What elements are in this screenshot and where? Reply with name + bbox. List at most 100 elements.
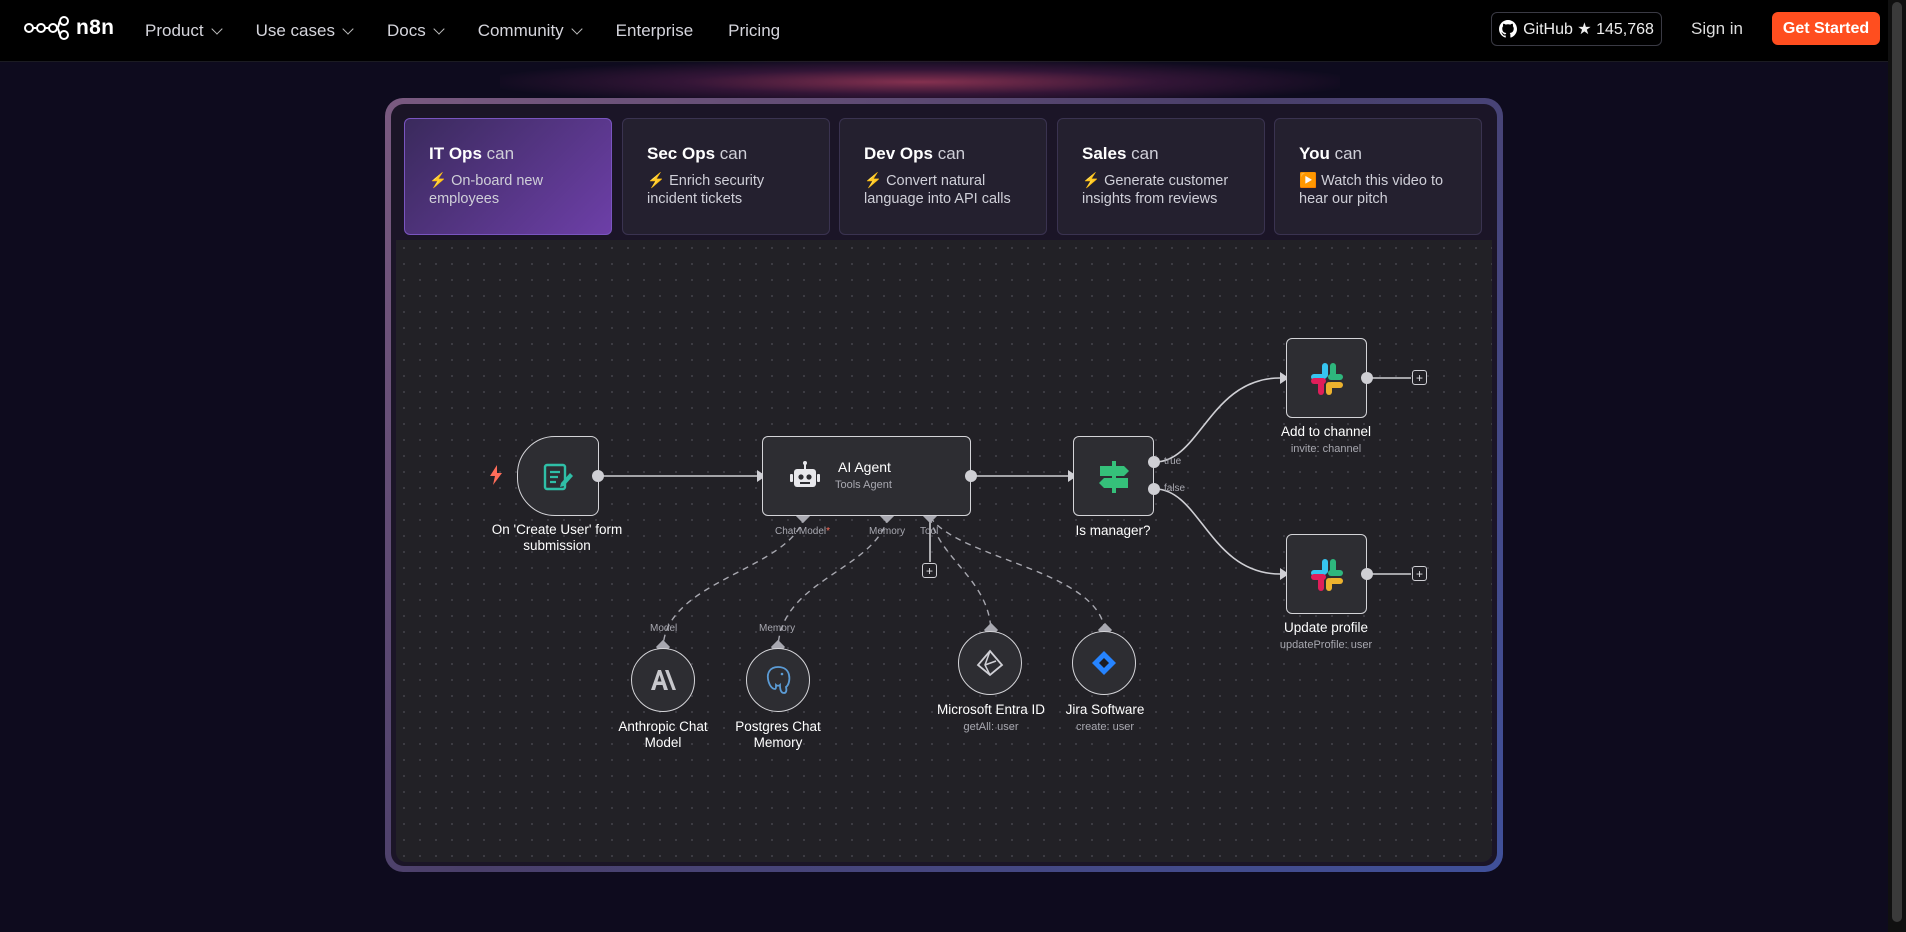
postgres-label: Postgres Chat Memory: [735, 719, 821, 750]
anthropic-label: Anthropic Chat Model: [618, 719, 708, 750]
tab-role: You: [1299, 144, 1330, 163]
nav-docs-label: Docs: [386, 21, 426, 40]
tab-role: Dev Ops: [864, 144, 933, 163]
tab-can: can: [1329, 144, 1362, 163]
entra-icon: [976, 649, 1004, 677]
logo-icon: [24, 16, 69, 40]
add-node-after-slack-update[interactable]: +: [1412, 566, 1427, 581]
slack-icon: [1311, 363, 1343, 395]
if-false-port[interactable]: [1148, 483, 1160, 495]
github-icon: [1499, 20, 1518, 38]
tab-role: IT Ops: [429, 144, 482, 163]
lightning-icon: [490, 465, 502, 485]
form-icon: [543, 463, 573, 491]
nav-product[interactable]: Product: [145, 21, 223, 41]
chevron-down-icon: [571, 23, 583, 35]
tab-desc: ⚡ Convert natural language into API call…: [864, 173, 1011, 207]
tab-desc: ▶️ Watch this video to hear our pitch: [1299, 173, 1444, 207]
trigger-node[interactable]: [517, 436, 599, 516]
n8n-logo[interactable]: n8n: [24, 16, 114, 40]
port-tool-label: Tool: [920, 526, 939, 537]
tab-can: can: [932, 144, 966, 163]
nav-enterprise-label: Enterprise: [615, 21, 694, 40]
agent-output-port[interactable]: [965, 470, 977, 482]
slack-add-label: Add to channel: [1280, 424, 1372, 439]
jira-sub: create: user: [1075, 721, 1135, 733]
nav-community-label: Community: [477, 21, 564, 40]
github-label: GitHub ★ 145,768: [1523, 21, 1654, 38]
postgres-node[interactable]: [746, 648, 810, 712]
port-memory-label: Memory: [869, 526, 906, 537]
slack-update-label: Update profile: [1283, 620, 1369, 635]
slack-update-output-port[interactable]: [1361, 568, 1373, 580]
if-node[interactable]: [1073, 436, 1154, 516]
required-marker: *: [826, 526, 831, 537]
tab-role: Sales: [1082, 144, 1127, 163]
signin-link[interactable]: Sign in: [1691, 19, 1743, 39]
tab-sec-ops[interactable]: Sec Ops can ⚡ Enrich security incident t…: [622, 118, 830, 235]
nav-community[interactable]: Community: [477, 21, 583, 41]
tab-it-ops[interactable]: IT Ops can ⚡ On-board new employees: [404, 118, 612, 235]
tab-title: Sales can: [1082, 144, 1242, 164]
jira-node[interactable]: [1072, 631, 1136, 695]
slack-update-node[interactable]: [1286, 534, 1367, 614]
tab-desc: ⚡ On-board new employees: [429, 173, 543, 207]
tab-can: can: [1126, 144, 1159, 163]
tab-title: You can: [1299, 144, 1459, 164]
trigger-label: On 'Create User' form submission: [491, 522, 623, 553]
postgres-elephant-icon: [766, 666, 791, 694]
slack-add-sub: invite: channel: [1290, 443, 1362, 455]
nav-enterprise[interactable]: Enterprise: [616, 21, 693, 41]
nav-docs[interactable]: Docs: [386, 21, 445, 41]
tab-desc: ⚡ Enrich security incident tickets: [647, 173, 765, 207]
agent-title: AI Agent: [838, 459, 891, 475]
false-label: false: [1164, 483, 1186, 494]
anthropic-icon: [651, 670, 676, 690]
tab-role: Sec Ops: [647, 144, 716, 163]
tab-desc: ⚡ Generate customer insights from review…: [1082, 173, 1229, 207]
tab-sales[interactable]: Sales can ⚡ Generate customer insights f…: [1057, 118, 1265, 235]
slack-update-sub: updateProfile: user: [1279, 639, 1373, 651]
port-chat-model-label: Chat Model*: [775, 526, 830, 537]
if-true-port[interactable]: [1148, 456, 1160, 468]
anthropic-node[interactable]: [631, 648, 695, 712]
tab-title: Sec Ops can: [647, 144, 807, 164]
signpost-icon: [1099, 461, 1129, 493]
jira-label: Jira Software: [1065, 702, 1145, 717]
add-node-after-slack-add[interactable]: +: [1412, 370, 1427, 385]
logo-text: n8n: [76, 16, 115, 39]
entra-node[interactable]: [958, 631, 1022, 695]
github-button[interactable]: GitHub ★ 145,768: [1491, 12, 1662, 46]
nav-use-cases-label: Use cases: [255, 21, 335, 40]
tab-can: can: [715, 144, 748, 163]
ai-agent-node[interactable]: AI Agent Tools Agent: [762, 436, 971, 516]
scrollbar-thumb[interactable]: [1892, 2, 1902, 922]
if-label: Is manager?: [1075, 523, 1151, 538]
jira-icon: [1092, 651, 1116, 675]
tab-dev-ops[interactable]: Dev Ops can ⚡ Convert natural language i…: [839, 118, 1047, 235]
nav-pricing[interactable]: Pricing: [728, 21, 780, 41]
true-label: true: [1164, 456, 1182, 467]
add-tool-button[interactable]: +: [922, 563, 937, 578]
main-nav: Product Use cases Docs Community Enterpr…: [145, 0, 815, 62]
chevron-down-icon: [210, 23, 223, 35]
slack-icon: [1311, 559, 1343, 591]
top-navbar: n8n Product Use cases Docs Community Ent…: [0, 0, 1888, 62]
model-port-label: Model: [650, 623, 678, 634]
get-started-button[interactable]: Get Started: [1772, 12, 1880, 45]
nav-use-cases[interactable]: Use cases: [255, 21, 354, 41]
trigger-output-port[interactable]: [592, 470, 604, 482]
chevron-down-icon: [342, 23, 354, 35]
robot-icon: [790, 461, 820, 487]
tab-you[interactable]: You can ▶️ Watch this video to hear our …: [1274, 118, 1482, 235]
tab-can: can: [481, 144, 515, 163]
slack-add-node[interactable]: [1286, 338, 1367, 418]
chat-model-text: Chat Model: [775, 526, 827, 537]
nav-product-label: Product: [145, 21, 204, 40]
tab-title: IT Ops can: [429, 144, 589, 164]
slack-add-output-port[interactable]: [1361, 372, 1373, 384]
tab-title: Dev Ops can: [864, 144, 1024, 164]
nav-pricing-label: Pricing: [728, 21, 781, 40]
memory-port-label: Memory: [759, 623, 796, 634]
chevron-down-icon: [433, 23, 445, 35]
